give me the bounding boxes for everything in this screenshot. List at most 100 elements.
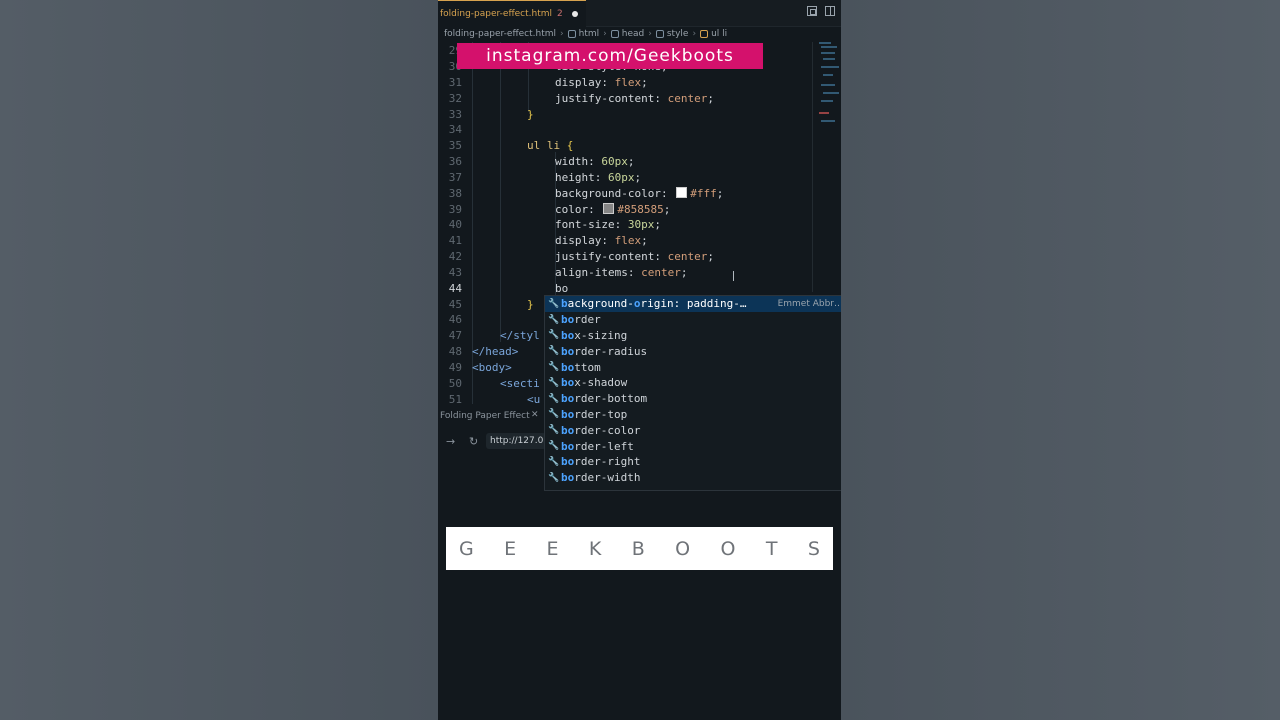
letter-item: T <box>765 537 778 560</box>
suggestion-item[interactable]: 🔧 bo rder <box>545 312 841 328</box>
open-preview-icon[interactable] <box>807 6 817 16</box>
code-line: font-size: 30px; <box>555 218 661 231</box>
line-number: 48 <box>448 345 462 358</box>
breadcrumb-selector[interactable]: ul li <box>711 29 727 39</box>
minimap[interactable] <box>817 40 841 135</box>
line-number-active: 44 <box>448 282 462 295</box>
suggestion-item[interactable]: 🔧 bo rder-width <box>545 470 841 486</box>
line-number: 46 <box>448 313 462 326</box>
text-cursor-icon <box>733 271 734 281</box>
suggestion-item[interactable]: 🔧 bo rder-left <box>545 438 841 454</box>
line-number: 41 <box>448 234 462 247</box>
tab-filename: folding-paper-effect.html <box>440 9 553 19</box>
suggestion-detail: Emmet Abbr… <box>777 298 841 309</box>
suggestion-item[interactable]: 🔧 bo ttom <box>545 359 841 375</box>
wrench-icon: 🔧 <box>548 346 560 357</box>
code-line: ul li { <box>527 139 574 152</box>
breadcrumb-style[interactable]: style <box>667 29 689 39</box>
letter-item: E <box>504 537 517 560</box>
suggestion-item[interactable]: 🔧 bo rder-top <box>545 407 841 423</box>
element-icon <box>567 30 576 38</box>
code-line: } <box>527 298 534 311</box>
line-number: 39 <box>448 203 462 216</box>
line-number: 35 <box>448 139 462 152</box>
letter-item: O <box>720 537 736 560</box>
code-line: width: 60px; <box>555 155 635 168</box>
code-line: display: flex; <box>555 76 648 89</box>
suggestion-item-selected[interactable]: 🔧 b ackground-o rigin: padding-… Emmet Abb… <box>545 296 841 312</box>
line-number: 47 <box>448 329 462 342</box>
line-number: 37 <box>448 171 462 184</box>
wrench-icon: 🔧 <box>548 298 560 309</box>
line-number: 49 <box>448 361 462 374</box>
geekboots-letter-list: G E E K B O O T S <box>446 527 833 570</box>
editor-tab-active[interactable]: folding-paper-effect.html 2 <box>438 0 586 27</box>
element-icon <box>655 30 664 38</box>
blurred-background-left <box>0 0 438 720</box>
letter-item: K <box>588 537 602 560</box>
code-line: color: #858585; <box>555 203 671 216</box>
preview-tab[interactable]: Folding Paper Effect <box>440 411 530 421</box>
wrench-icon: 🔧 <box>548 393 560 404</box>
url-field[interactable]: http://127.0.0.1 <box>486 433 546 449</box>
code-line: justify-content: center; <box>555 250 714 263</box>
wrench-icon: 🔧 <box>548 362 560 373</box>
suggestion-item[interactable]: 🔧 bo x-shadow <box>545 375 841 391</box>
wrench-icon: 🔧 <box>548 377 560 388</box>
code-line: justify-content: center; <box>555 92 714 105</box>
forward-arrow-icon[interactable]: → <box>446 435 455 448</box>
wrench-icon: 🔧 <box>548 425 560 436</box>
code-line: </styl <box>500 329 540 342</box>
tab-problem-count: 2 <box>557 9 563 19</box>
suggestion-item[interactable]: 🔧 bo rder-bottom <box>545 391 841 407</box>
wrench-icon: 🔧 <box>548 409 560 420</box>
wrench-icon: 🔧 <box>548 314 560 325</box>
letter-item: E <box>546 537 559 560</box>
wrench-icon: 🔧 <box>548 441 560 452</box>
line-number: 42 <box>448 250 462 263</box>
chevron-right-icon: › <box>603 29 607 39</box>
code-line: </head> <box>472 345 519 358</box>
line-number: 31 <box>448 76 462 89</box>
code-line-active[interactable]: bo <box>555 282 568 295</box>
code-line: <u <box>527 393 541 404</box>
code-line: <body> <box>472 361 512 374</box>
line-number: 40 <box>448 218 462 231</box>
letter-item: S <box>807 537 820 560</box>
line-number: 32 <box>448 92 462 105</box>
chevron-right-icon: › <box>648 29 652 39</box>
line-number: 34 <box>448 123 462 136</box>
letter-item: O <box>675 537 691 560</box>
line-number: 50 <box>448 377 462 390</box>
editor-ruler <box>812 42 813 292</box>
code-line: height: 60px; <box>555 171 642 184</box>
line-number: 33 <box>448 108 462 121</box>
indent-guide <box>500 42 501 342</box>
autocomplete-suggestions: 🔧 b ackground-o rigin: padding-… Emmet Abb… <box>544 295 841 491</box>
unsaved-dot-icon[interactable] <box>571 11 578 17</box>
code-line: <secti <box>500 377 540 390</box>
breadcrumb-head[interactable]: head <box>622 29 644 39</box>
suggestion-item[interactable]: 🔧 bo rder-right <box>545 454 841 470</box>
blurred-background-right <box>841 0 1280 720</box>
close-icon[interactable]: ✕ <box>531 410 539 420</box>
split-editor-icon[interactable] <box>825 6 835 16</box>
color-swatch[interactable] <box>603 203 615 214</box>
code-line: align-items: center; <box>555 266 688 279</box>
line-number: 43 <box>448 266 462 279</box>
element-icon <box>610 30 619 38</box>
breadcrumb: folding-paper-effect.html › html › head … <box>444 28 727 40</box>
reload-icon[interactable]: ↻ <box>469 435 478 448</box>
wrench-icon: 🔧 <box>548 472 560 483</box>
chevron-right-icon: › <box>560 29 564 39</box>
wrench-icon: 🔧 <box>548 456 560 467</box>
suggestion-item[interactable]: 🔧 bo rder-radius <box>545 343 841 359</box>
suggestion-item[interactable]: 🔧 bo rder-color <box>545 422 841 438</box>
breadcrumb-html[interactable]: html <box>579 29 600 39</box>
instagram-banner: instagram.com/Geekboots <box>457 43 763 69</box>
tab-actions <box>807 6 835 16</box>
color-swatch[interactable] <box>676 187 688 198</box>
line-number: 51 <box>448 393 462 404</box>
breadcrumb-file[interactable]: folding-paper-effect.html <box>444 29 556 39</box>
suggestion-item[interactable]: 🔧 bo x-sizing <box>545 328 841 344</box>
